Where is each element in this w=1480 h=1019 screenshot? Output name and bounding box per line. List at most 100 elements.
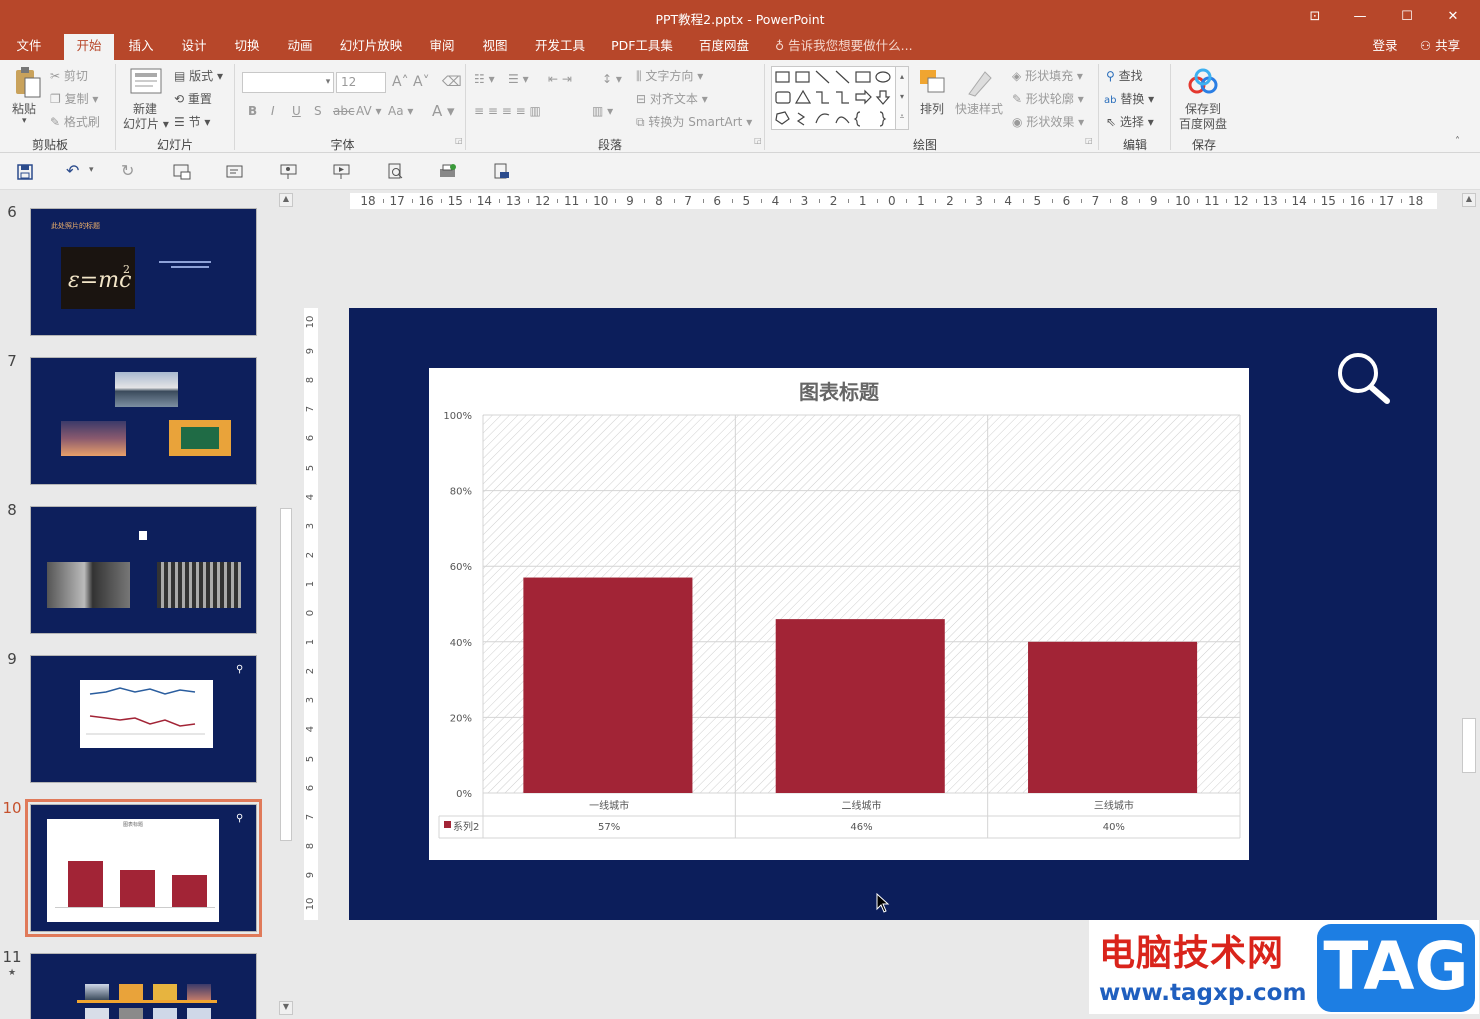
undo-dropdown-icon[interactable]: ▾ [89,165,94,175]
drawing-dialog-launcher-icon[interactable]: ◲ [1085,136,1093,145]
tab-developer[interactable]: 开发工具 [529,34,591,60]
change-case-button[interactable]: Aa ▾ [388,104,413,118]
quick-styles-button[interactable]: 快速样式 [955,100,1003,117]
magnifier-icon: ⚲ [236,813,244,824]
columns-button[interactable]: ▥ ▾ [592,104,613,118]
section-button[interactable]: ☰ 节 ▾ [174,113,210,130]
tell-me-box[interactable]: ♁ 告诉我您想要做什么... [775,34,915,60]
slide-thumbnail-7[interactable] [30,357,257,485]
ruler-minor-tick [848,199,850,203]
underline-button[interactable]: U [292,104,301,118]
bar-chart[interactable]: 图表标题 0% 20% 40% 60% 80% 100% 一线城市 二线城市 三线城市 系列2 57… [429,368,1249,860]
paste-dropdown-icon[interactable]: ▾ [22,116,27,126]
scroll-thumb[interactable] [280,508,292,841]
slide-thumbnail-10[interactable]: ⚲ 图表标题 [25,799,262,937]
tab-file[interactable]: 文件 [10,34,48,60]
bold-button[interactable]: B [248,104,257,118]
shape-outline-button[interactable]: ✎ 形状轮廓 ▾ [1012,90,1084,107]
layout-button[interactable]: ▤ 版式 ▾ [174,67,223,84]
print-preview-icon[interactable] [387,163,405,181]
slide-from-start-icon[interactable] [173,164,191,180]
paragraph-dialog-launcher-icon[interactable]: ◲ [754,136,762,145]
indent-buttons[interactable]: ⇤ ⇥ [548,72,572,86]
reset-button[interactable]: ⟲ 重置 [174,90,212,107]
tab-home[interactable]: 开始 [64,34,114,60]
format-painter-button[interactable]: ✎ 格式刷 [50,113,100,130]
font-dialog-launcher-icon[interactable]: ◲ [455,136,463,145]
text-direction-button[interactable]: ⫼ 文字方向 ▾ [636,67,703,84]
ruler-tick-label: 7 [684,194,692,208]
slide-thumbnail-11[interactable] [30,953,257,1019]
line-spacing-button[interactable]: ↕ ▾ [602,72,622,86]
tab-design[interactable]: 设计 [175,34,213,60]
new-slide-label2[interactable]: 幻灯片 ▾ [123,115,169,132]
login-button[interactable]: 登录 [1366,34,1404,60]
thumbnail-scrollbar[interactable]: ▲ ▼ [278,190,294,1019]
font-name-box[interactable] [242,72,334,93]
collapse-ribbon-icon[interactable]: ˄ [1455,136,1460,147]
tab-animations[interactable]: 动画 [281,34,319,60]
shapes-gallery[interactable] [771,66,909,130]
scroll-thumb[interactable] [1462,718,1476,773]
tab-transitions[interactable]: 切换 [228,34,266,60]
shadow-button[interactable]: S [314,104,322,118]
tab-baidu[interactable]: 百度网盘 [693,34,755,60]
slide-thumbnail-6[interactable]: 此处照片的标题 ε=mc 2 [30,208,257,336]
textbox-icon[interactable] [226,164,244,180]
tab-view[interactable]: 视图 [476,34,514,60]
align-text-button[interactable]: ⊟ 对齐文本 ▾ [636,90,708,107]
data-table-value: 40% [1103,822,1125,833]
tab-review[interactable]: 审阅 [423,34,461,60]
thumb-bar [68,861,103,907]
slide-thumbnail-8[interactable] [30,506,257,634]
cut-button[interactable]: ✂ 剪切 [50,67,88,84]
replace-button[interactable]: ab 替换 ▾ [1104,90,1154,107]
redo-icon[interactable]: ↻ [121,161,134,180]
minimize-button[interactable]: — [1345,6,1375,28]
italic-button[interactable]: I [271,104,275,118]
maximize-button[interactable]: ☐ [1392,6,1422,28]
clear-format-icon[interactable]: ⌫ [442,74,462,90]
select-button[interactable]: ⇖ 选择 ▾ [1106,113,1154,130]
numbering-button[interactable]: ☰ ▾ [508,72,529,86]
font-dropdown-icon[interactable]: ▾ [322,72,334,93]
baidu-label[interactable]: 百度网盘 [1179,115,1227,132]
save-icon[interactable] [17,164,33,180]
tab-slideshow[interactable]: 幻灯片放映 [334,34,408,60]
copy-button[interactable]: ❐ 复制 ▾ [50,90,98,107]
tab-pdf-tools[interactable]: PDF工具集 [606,34,678,60]
print-icon[interactable] [438,163,458,181]
find-button[interactable]: ⚲ 查找 [1106,67,1143,84]
export-pdf-icon[interactable] [493,163,511,181]
slideshow-icon[interactable] [333,163,351,181]
shape-effects-button[interactable]: ◉ 形状效果 ▾ [1012,113,1084,130]
presentation-icon[interactable] [280,163,298,181]
ruler-tick-label: 10 [305,315,316,329]
shape-fill-button[interactable]: ◈ 形状填充 ▾ [1012,67,1083,84]
font-color-button[interactable]: A ▾ [432,102,455,120]
data-table-value: 46% [850,822,872,833]
bullets-button[interactable]: ☷ ▾ [474,72,495,86]
ribbon-display-icon[interactable]: ⊡ [1300,6,1330,28]
scroll-up-icon[interactable]: ▲ [1462,193,1476,207]
close-button[interactable]: ✕ [1438,6,1468,28]
ruler-tick-label: 16 [1349,194,1366,208]
ruler-minor-tick [1371,199,1373,203]
watermark: 电脑技术网 www.tagxp.com TAG [1089,920,1479,1014]
editor-scrollbar[interactable]: ▲ [1460,190,1480,1019]
slide-thumbnail-9[interactable]: ⚲ [30,655,257,783]
paste-button[interactable]: 粘贴 [12,100,36,117]
share-button[interactable]: ⚇ 共享 [1410,34,1470,60]
undo-icon[interactable]: ↶ [66,161,79,180]
shapes-gallery-scroll[interactable]: ▴ ▾ ⩡ [895,66,909,130]
strike-button[interactable]: abc [333,104,355,118]
grow-font-icon[interactable]: A˄ A˅ [392,74,430,90]
tab-insert[interactable]: 插入 [122,34,160,60]
char-spacing-button[interactable]: AV ▾ [356,104,382,118]
align-buttons[interactable]: ≡ ≡ ≡ ≡ ▥ [474,104,541,118]
font-size-box[interactable]: 12 [336,72,386,93]
arrange-button[interactable]: 排列 [920,100,944,117]
smartart-button[interactable]: ⧉ 转换为 SmartArt ▾ [636,113,752,130]
scroll-down-icon[interactable]: ▼ [279,1001,293,1015]
scroll-up-icon[interactable]: ▲ [279,193,293,207]
